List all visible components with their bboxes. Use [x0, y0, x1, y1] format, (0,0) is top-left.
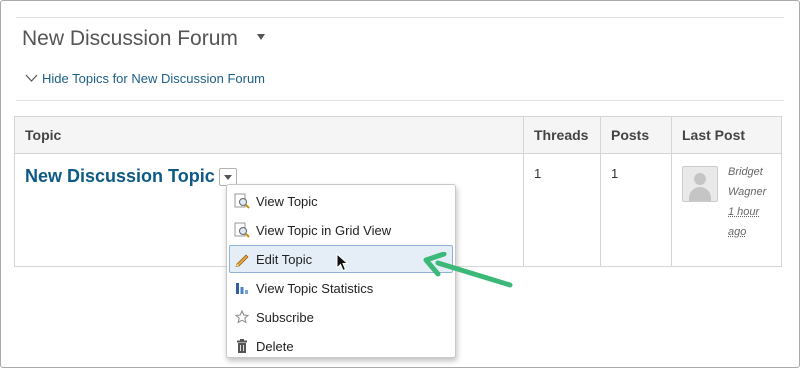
author-first-name: Bridget — [728, 166, 763, 178]
posts-cell: 1 — [600, 153, 672, 267]
menu-item-label: Edit Topic — [256, 251, 313, 267]
chevron-down-icon — [25, 74, 38, 82]
topic-link[interactable]: New Discussion Topic — [25, 166, 215, 186]
menu-item-subscribe[interactable]: Subscribe — [229, 303, 453, 331]
hide-topics-link[interactable]: Hide Topics for New Discussion Forum — [25, 71, 265, 86]
pencil-icon — [234, 251, 250, 267]
star-icon — [234, 309, 250, 325]
menu-item-view-topic[interactable]: View Topic — [229, 187, 453, 215]
forum-title: New Discussion Forum — [22, 27, 238, 50]
magnifier-page-icon — [234, 193, 250, 209]
post-time-line2[interactable]: ago — [728, 222, 766, 242]
last-post-cell: Bridget Wagner 1 hour ago — [671, 153, 782, 267]
header-posts: Posts — [600, 116, 672, 154]
menu-item-delete[interactable]: Delete — [229, 332, 453, 360]
bar-chart-icon — [234, 280, 250, 296]
menu-item-view-topic-grid[interactable]: View Topic in Grid View — [229, 216, 453, 244]
top-divider — [16, 17, 784, 18]
author-last-name: Wagner — [728, 186, 767, 198]
menu-item-label: View Topic in Grid View — [256, 222, 392, 238]
topic-menu-button[interactable] — [218, 167, 237, 186]
trash-icon — [234, 338, 250, 354]
section-divider — [16, 100, 784, 101]
menu-item-label: Subscribe — [256, 309, 314, 325]
magnifier-page-icon — [234, 222, 250, 238]
post-time-line1[interactable]: 1 hour — [728, 202, 766, 222]
mouse-pointer-icon — [336, 253, 349, 272]
table-header-row: Topic Threads Posts Last Post — [14, 116, 782, 154]
header-threads: Threads — [523, 116, 601, 154]
menu-item-label: Delete — [256, 338, 294, 354]
hide-topics-label: Hide Topics for New Discussion Forum — [42, 71, 265, 86]
header-last-post: Last Post — [671, 116, 782, 154]
threads-cell: 1 — [523, 153, 601, 267]
menu-item-label: View Topic Statistics — [256, 280, 374, 296]
header-topic: Topic — [14, 116, 524, 154]
avatar[interactable] — [682, 166, 718, 202]
menu-item-label: View Topic — [256, 193, 318, 209]
last-post-info: Bridget Wagner 1 hour ago — [728, 162, 766, 242]
forum-menu-caret-icon[interactable] — [257, 34, 265, 40]
annotation-arrow-icon — [423, 252, 513, 288]
